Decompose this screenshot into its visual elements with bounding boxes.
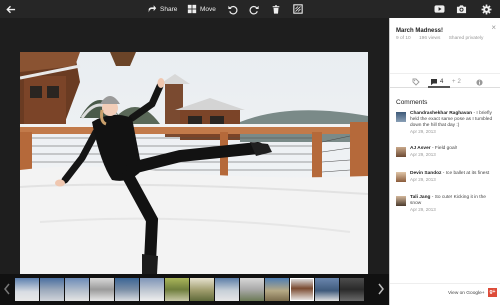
avatar[interactable]	[396, 147, 406, 157]
thumbnail-selected[interactable]	[290, 278, 314, 301]
info-icon	[476, 78, 483, 86]
photo-meta: 9 of 10 196 views Shared privately	[396, 36, 490, 41]
trash-icon	[272, 4, 280, 14]
tab-info[interactable]	[476, 77, 483, 87]
chevron-right-icon	[378, 283, 384, 295]
thumbnail[interactable]	[215, 278, 239, 301]
thumbnail[interactable]	[340, 278, 364, 301]
close-icon: ×	[491, 23, 496, 32]
rotate-right-icon	[249, 5, 259, 14]
youtube-button[interactable]	[434, 2, 445, 16]
view-on-google-plus-link[interactable]: View on Google+	[448, 291, 485, 296]
settings-icon	[481, 4, 492, 14]
edit-button[interactable]	[293, 2, 303, 16]
camera-button[interactable]	[456, 2, 467, 16]
photo-title: March Madness!	[396, 28, 444, 34]
photo-position: 9 of 10	[396, 36, 411, 41]
thumbnail[interactable]	[115, 278, 139, 301]
comments-count: 4	[440, 79, 444, 85]
thumbnail-list	[15, 278, 364, 301]
thumbnail[interactable]	[265, 278, 289, 301]
share-button[interactable]: Share	[147, 2, 177, 16]
thumbnail[interactable]	[165, 278, 189, 301]
avatar[interactable]	[396, 196, 406, 206]
comment-author[interactable]: Chandrashekhar Raghavan	[410, 111, 472, 116]
thumbnail[interactable]	[190, 278, 214, 301]
tab-tags[interactable]	[412, 77, 420, 87]
share-label: Share	[160, 5, 178, 13]
filmstrip-next-button[interactable]	[377, 282, 385, 300]
youtube-icon	[434, 5, 445, 13]
comment-author[interactable]: Devin Sandoz	[410, 171, 441, 176]
move-icon	[187, 4, 197, 14]
active-tab-indicator	[428, 86, 450, 88]
panel-footer: View on Google+ g+	[390, 283, 500, 305]
top-toolbar: Share Move	[0, 0, 500, 18]
comment-author[interactable]: Tali Jang	[410, 195, 430, 200]
avatar[interactable]	[396, 112, 406, 122]
photo-visibility: Shared privately	[448, 36, 484, 41]
thumbnail[interactable]	[90, 278, 114, 301]
comments-header: Comments	[396, 99, 428, 106]
delete-button[interactable]	[271, 2, 281, 16]
settings-button[interactable]	[481, 2, 492, 16]
main-photo[interactable]	[20, 52, 368, 281]
thumbnail[interactable]	[140, 278, 164, 301]
comment-text: - Ice ballet at its finest	[442, 171, 490, 176]
thumbnail[interactable]	[315, 278, 339, 301]
comment-date: Apr 29, 2013	[410, 177, 436, 182]
photo-views: 196 views	[419, 36, 441, 41]
edit-icon	[293, 4, 303, 14]
filmstrip-prev-button[interactable]	[3, 282, 11, 300]
thumbnail[interactable]	[40, 278, 64, 301]
back-arrow-icon	[6, 5, 16, 13]
thumbnail[interactable]	[240, 278, 264, 301]
plus-one-icon: +	[452, 79, 456, 85]
filmstrip	[0, 274, 389, 305]
move-label: Move	[200, 5, 216, 13]
tab-plus-one[interactable]: + 2	[452, 77, 461, 87]
share-icon	[148, 5, 157, 13]
comment-date: Apr 29, 2013	[410, 207, 436, 212]
move-button[interactable]: Move	[187, 2, 216, 16]
thumbnail[interactable]	[65, 278, 89, 301]
camera-icon	[456, 5, 467, 14]
rotate-left-icon	[228, 5, 238, 14]
panel-tabs: 4 + 2	[390, 73, 500, 88]
info-panel: March Madness! × 9 of 10 196 views Share…	[389, 18, 500, 305]
avatar[interactable]	[396, 172, 406, 182]
rotate-right-button[interactable]	[249, 2, 260, 16]
comment-author[interactable]: AJ Asver	[410, 146, 431, 151]
chevron-left-icon	[4, 283, 10, 295]
rotate-left-button[interactable]	[227, 2, 238, 16]
comment-text: - Field goal!	[431, 146, 458, 151]
back-button[interactable]	[5, 2, 16, 16]
google-plus-icon[interactable]: g+	[488, 288, 497, 297]
thumbnail[interactable]	[15, 278, 39, 301]
plus-count: 2	[457, 79, 461, 85]
photo-stage	[0, 18, 389, 281]
comment-date: Apr 29, 2013	[410, 129, 436, 134]
close-panel-button[interactable]: ×	[491, 24, 496, 32]
tag-icon	[412, 78, 420, 86]
comment-icon	[431, 79, 437, 86]
snow-kick-photo	[20, 52, 368, 281]
comment-date: Apr 29, 2013	[410, 152, 436, 157]
